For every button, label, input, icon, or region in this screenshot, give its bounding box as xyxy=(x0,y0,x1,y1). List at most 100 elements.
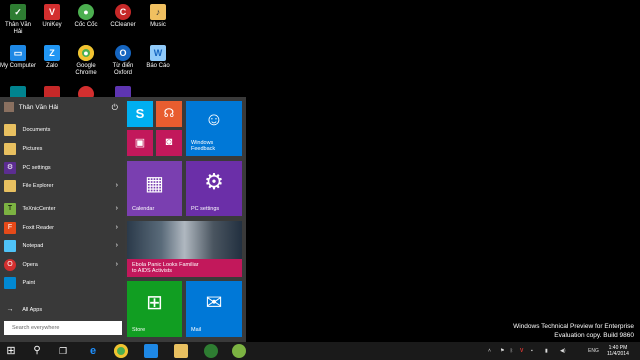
skype-icon: S xyxy=(135,106,145,121)
user-name: Thân Văn Hải xyxy=(18,104,59,111)
desktop-icon-label: Zalo xyxy=(46,63,58,69)
chevron-right-icon[interactable]: › xyxy=(116,178,118,194)
tile-label: Windows Feedback xyxy=(191,140,216,152)
desktop-icon-label: My Computer xyxy=(0,63,37,69)
start-item-pictures[interactable]: Pictures xyxy=(4,141,122,157)
search-input[interactable]: Search everywhere xyxy=(4,321,122,335)
tile-label: PC settings xyxy=(191,206,220,212)
start-item-file-explorer[interactable]: File Explorer › xyxy=(4,178,122,194)
start-item-label: PC settings xyxy=(22,165,51,171)
folder-icon xyxy=(4,179,16,192)
desktop-icon-bao-cao[interactable]: W Báo Cáo xyxy=(140,45,176,70)
tile-video[interactable]: ▣ xyxy=(127,130,153,156)
unikey-tray-icon[interactable]: V xyxy=(520,342,523,360)
tile-camera[interactable]: ◙ xyxy=(156,130,182,156)
user-folder-icon: ✓ xyxy=(10,4,26,20)
chevron-right-icon[interactable]: › xyxy=(116,257,118,273)
chevron-right-icon[interactable]: › xyxy=(116,201,118,217)
bluetooth-icon[interactable]: ᛒ xyxy=(510,342,513,360)
app-tray-icon[interactable]: ▪ xyxy=(531,342,533,360)
evaluation-watermark: Windows Technical Preview for Enterprise… xyxy=(513,322,634,340)
taskbar: ⊞ ⚲ ❐ e ˄ ⚑ ᛒ V ▪ ▮ ◀) ENG 1:40 PM 11/4/… xyxy=(0,342,640,360)
avatar xyxy=(4,102,14,113)
tile-label: Mail xyxy=(191,327,202,333)
watermark-line-2: Evaluation copy. Build 9860 xyxy=(554,332,634,339)
folder-icon xyxy=(4,123,16,136)
network-icon[interactable]: ▮ xyxy=(545,342,548,360)
desktop-icon-chrome[interactable]: ● Google Chrome xyxy=(68,45,104,77)
internet-explorer-icon[interactable]: e xyxy=(86,344,100,358)
oxford-icon: O xyxy=(115,45,131,61)
desktop-icon-zalo[interactable]: Z Zalo xyxy=(34,45,70,70)
folder-icon xyxy=(4,142,16,155)
desktop-icon-label: Thân Văn Hải xyxy=(4,22,32,35)
foxit-icon: F xyxy=(4,221,16,234)
document-icon: W xyxy=(150,45,166,61)
start-item-foxit-reader[interactable]: F Foxit Reader › xyxy=(4,220,122,236)
clock-date: 11/4/2014 xyxy=(607,351,629,357)
network-app-icon[interactable] xyxy=(204,344,218,358)
tile-mail[interactable]: ✉ Mail xyxy=(186,281,242,337)
language-indicator[interactable]: ENG xyxy=(588,342,599,360)
unikey-icon: V xyxy=(44,4,60,20)
opera-icon: O xyxy=(4,258,16,271)
computer-icon[interactable] xyxy=(144,344,158,358)
start-item-paint[interactable]: Paint xyxy=(4,275,122,291)
task-view-icon[interactable]: ❐ xyxy=(56,344,70,358)
coccoc-icon: ● xyxy=(78,4,94,20)
tile-store[interactable]: ⊞ Store xyxy=(127,281,182,337)
chrome-icon[interactable] xyxy=(114,344,128,358)
watermark-line-1: Windows Technical Preview for Enterprise xyxy=(513,323,634,330)
start-item-texniccenter[interactable]: T TeXnicCenter › xyxy=(4,201,122,217)
tray-chevron-icon[interactable]: ˄ xyxy=(488,342,491,360)
tile-music[interactable]: ☊ xyxy=(156,101,182,127)
flag-icon[interactable]: ⚑ xyxy=(500,342,504,360)
desktop-icon-label: Google Chrome xyxy=(75,63,97,76)
user-account[interactable]: Thân Văn Hải ⏻ xyxy=(4,101,122,115)
desktop-icon-oxford[interactable]: O Từ điển Oxford xyxy=(105,45,141,77)
start-item-label: Notepad xyxy=(22,243,44,249)
gear-icon: ⚙ xyxy=(4,161,16,174)
desktop-icon-my-computer[interactable]: ▭ My Computer xyxy=(0,45,36,70)
music-folder-icon: ♪ xyxy=(150,4,166,20)
search-icon[interactable]: ⚲ xyxy=(30,344,44,358)
start-button[interactable]: ⊞ xyxy=(4,344,18,358)
start-item-notepad[interactable]: Notepad › xyxy=(4,238,122,254)
start-item-documents[interactable]: Documents xyxy=(4,122,122,138)
start-item-opera[interactable]: O Opera › xyxy=(4,257,122,273)
desktop-icon-user-folder[interactable]: ✓ Thân Văn Hải xyxy=(0,4,36,36)
volume-icon[interactable]: ◀) xyxy=(560,342,566,360)
desktop-icon-label: Báo Cáo xyxy=(146,63,170,69)
desktop-icon-music[interactable]: ♪ Music xyxy=(140,4,176,29)
coccoc-icon[interactable] xyxy=(232,344,246,358)
desktop-icon-label: Music xyxy=(150,22,166,28)
computer-icon: ▭ xyxy=(10,45,26,61)
start-item-label: Documents xyxy=(22,127,51,133)
tile-windows-feedback[interactable]: ☺ Windows Feedback xyxy=(186,101,242,156)
start-item-label: TeXnicCenter xyxy=(22,206,56,212)
tile-news[interactable]: Ebola Panic Looks Familiar to AIDS Activ… xyxy=(127,221,242,277)
desktop-icon-label: Từ điển Oxford xyxy=(112,63,134,76)
feedback-icon: ☺ xyxy=(204,109,224,129)
all-apps-button[interactable]: → All Apps xyxy=(4,302,122,318)
tile-calendar[interactable]: ▦ Calendar xyxy=(127,161,182,216)
desktop-icon-ccleaner[interactable]: C CCleaner xyxy=(105,4,141,29)
zalo-icon: Z xyxy=(44,45,60,61)
headphones-icon: ☊ xyxy=(163,106,175,120)
file-explorer-icon[interactable] xyxy=(174,344,188,358)
desktop-icon-coccoc[interactable]: ● Cốc Cốc xyxy=(68,4,104,29)
ccleaner-icon: C xyxy=(115,4,131,20)
tile-skype[interactable]: S xyxy=(127,101,153,127)
tile-label: Store xyxy=(132,327,146,333)
start-menu: Thân Văn Hải ⏻ Documents Pictures ⚙ PC s… xyxy=(0,97,246,342)
power-icon[interactable]: ⏻ xyxy=(112,101,118,115)
camera-icon: ◙ xyxy=(165,136,173,148)
start-item-label: Pictures xyxy=(22,146,43,152)
tile-pc-settings[interactable]: ⚙ PC settings xyxy=(186,161,242,216)
clock[interactable]: 1:40 PM 11/4/2014 xyxy=(607,345,629,357)
chevron-right-icon[interactable]: › xyxy=(116,238,118,254)
chevron-right-icon[interactable]: › xyxy=(116,220,118,236)
start-item-pc-settings[interactable]: ⚙ PC settings xyxy=(4,160,122,176)
desktop-icon-unikey[interactable]: V UniKey xyxy=(34,4,70,29)
notepad-icon xyxy=(4,239,16,252)
